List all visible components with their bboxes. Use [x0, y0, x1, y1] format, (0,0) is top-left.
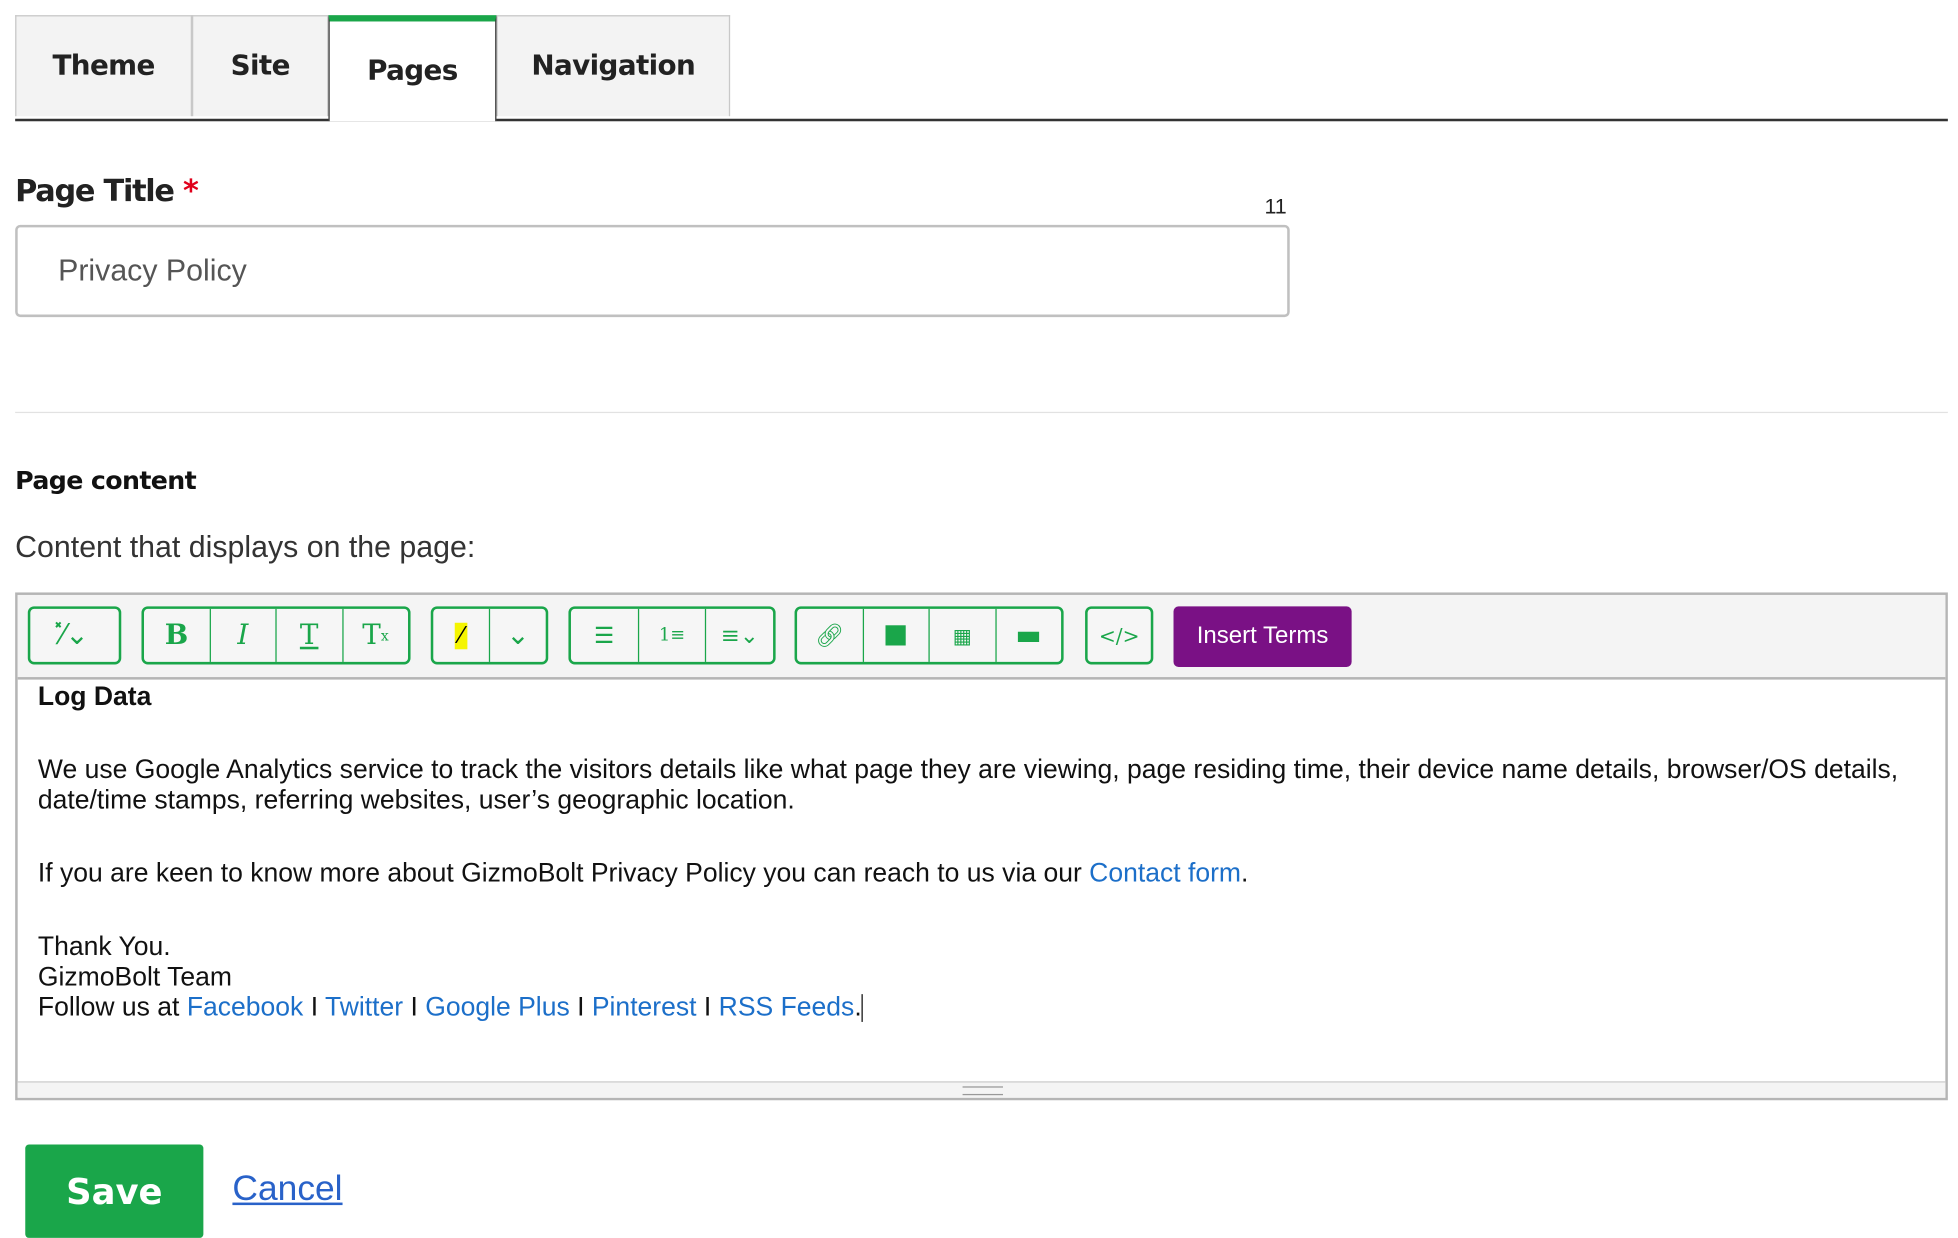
separator: I: [569, 992, 592, 1022]
rss-feeds-link[interactable]: RSS Feeds: [719, 993, 855, 1022]
source-code-icon[interactable]: </>: [1088, 609, 1151, 662]
highlight-color-icon[interactable]: ⁄: [433, 608, 491, 662]
twitter-link[interactable]: Twitter: [325, 993, 403, 1022]
text: Follow us at: [37, 992, 187, 1022]
clear-format-icon[interactable]: Tx: [343, 609, 408, 662]
google-plus-link[interactable]: Google Plus: [425, 993, 570, 1022]
tab-navigation[interactable]: Navigation: [496, 15, 731, 117]
grip-icon: [962, 1086, 1003, 1096]
insert-terms-button[interactable]: Insert Terms: [1173, 606, 1352, 667]
editor-toolbar: ⁄̽⌄ B I T Tx ⁄ ⌄ ☰ 1≡ ≡⌄ 🔗︎ ▦ ▬ </> Inse…: [17, 594, 1946, 680]
link-icon[interactable]: 🔗︎: [797, 608, 864, 662]
rich-text-editor: ⁄̽⌄ B I T Tx ⁄ ⌄ ☰ 1≡ ≡⌄ 🔗︎ ▦ ▬ </> Inse…: [15, 592, 1948, 1101]
required-mark: *: [183, 173, 199, 209]
magic-wand-icon[interactable]: ⁄̽⌄: [30, 609, 118, 662]
align-icon[interactable]: ≡⌄: [707, 609, 774, 662]
tab-site[interactable]: Site: [192, 15, 329, 117]
contact-form-link[interactable]: Contact form: [1089, 859, 1241, 888]
underline-text-icon[interactable]: T: [277, 608, 343, 662]
pinterest-link[interactable]: Pinterest: [592, 993, 697, 1022]
italic-icon[interactable]: I: [210, 608, 277, 662]
text-caret: [861, 994, 863, 1023]
bullet-list-icon[interactable]: ☰: [571, 608, 639, 662]
separator: I: [403, 992, 426, 1022]
text: .: [1241, 858, 1249, 889]
label-text: Page Title: [15, 173, 175, 209]
page-title-label: Page Title *: [15, 173, 199, 209]
thanks-text: Thank You.: [37, 932, 171, 962]
separator: I: [303, 992, 325, 1022]
bold-icon[interactable]: B: [144, 608, 211, 662]
paragraph: We use Google Analytics service to track…: [37, 755, 1899, 815]
section-heading: Page content: [15, 464, 197, 496]
team-text: GizmoBolt Team: [37, 962, 233, 992]
video-icon[interactable]: ▦: [930, 608, 997, 662]
paragraph: If you are keen to know more about Gizmo…: [38, 859, 1925, 889]
cancel-link[interactable]: Cancel: [232, 1168, 342, 1208]
tab-pages[interactable]: Pages: [328, 15, 497, 122]
horizontal-rule-icon[interactable]: ▬: [996, 609, 1061, 662]
separator: I: [696, 992, 719, 1022]
follow-line: Follow us at Facebook I Twitter I Google…: [38, 993, 1925, 1023]
tab-theme[interactable]: Theme: [15, 15, 193, 117]
text: If you are keen to know more about Gizmo…: [37, 858, 1090, 889]
tab-bar: Theme Site Pages Navigation: [15, 15, 1948, 122]
content-description: Content that displays on the page:: [15, 530, 476, 565]
text: .: [854, 992, 862, 1022]
resize-handle[interactable]: [17, 1081, 1946, 1098]
image-icon[interactable]: [863, 608, 930, 662]
numbered-list-icon[interactable]: 1≡: [639, 608, 707, 662]
facebook-link[interactable]: Facebook: [187, 993, 304, 1022]
page-title-input[interactable]: [15, 224, 1290, 318]
chevron-down-icon[interactable]: ⌄: [490, 609, 546, 662]
editor-content[interactable]: Log Data We use Google Analytics service…: [18, 680, 1946, 1026]
char-count: 11: [1264, 194, 1287, 219]
save-button[interactable]: Save: [25, 1144, 204, 1238]
divider: [15, 411, 1948, 414]
content-heading: Log Data: [37, 682, 152, 712]
